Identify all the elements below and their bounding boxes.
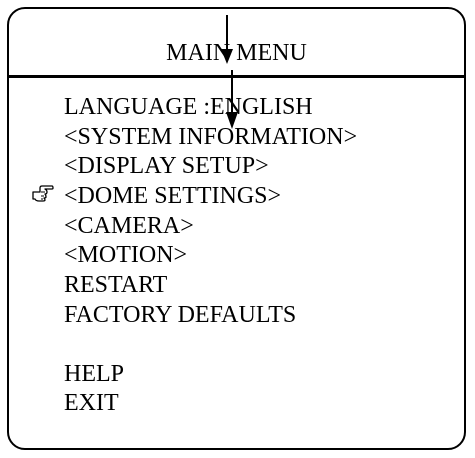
down-arrow-icon [226, 70, 238, 129]
menu-item-display-setup[interactable]: <DISPLAY SETUP> [64, 152, 269, 180]
menu-title: MAIN MENU [166, 40, 307, 66]
menu-item-language[interactable]: LANGUAGE :ENGLISH [64, 93, 313, 121]
menu-item-dome-settings[interactable]: <DOME SETTINGS> [64, 182, 281, 210]
down-arrow-icon [221, 15, 233, 64]
menu-item-help[interactable]: HELP [64, 360, 124, 388]
menu-item-factory-defaults[interactable]: FACTORY DEFAULTS [64, 301, 296, 329]
menu-item-system-information[interactable]: <SYSTEM INFORMATION> [64, 123, 357, 151]
menu-item-exit[interactable]: EXIT [64, 389, 119, 417]
menu-item-restart[interactable]: RESTART [64, 271, 167, 299]
pointing-hand-icon [32, 185, 54, 202]
menu-item-motion[interactable]: <MOTION> [64, 241, 187, 269]
menu-item-camera[interactable]: <CAMERA> [64, 212, 194, 240]
